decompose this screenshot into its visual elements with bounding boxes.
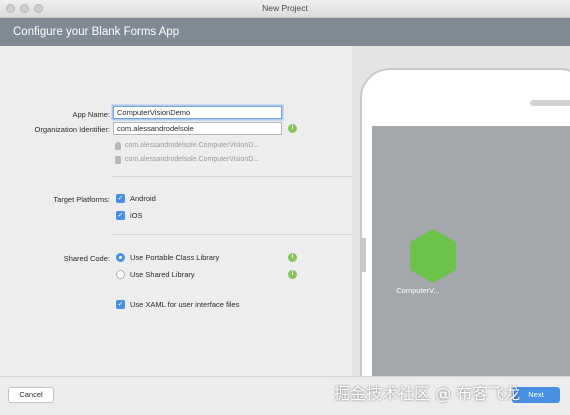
phone-side-button [362,238,366,272]
organization-identifier-label: Organization Identifier: [34,125,110,134]
organization-identifier-input[interactable]: com.alessandrodelsole [113,122,282,135]
use-xaml-label: Use XAML for user interface files [130,300,240,309]
section-divider [112,234,352,235]
cancel-button[interactable]: Cancel [8,387,54,403]
organization-info-icon[interactable]: i [288,124,297,133]
ios-bundle-identifier: com.alessandrodelsole.ComputerVisionD... [125,156,260,163]
wizard-header: Configure your Blank Forms App [0,18,570,46]
form-pane: App Name: ComputerVisionDemo Organizatio… [0,46,352,376]
app-name-label: App Name: [72,110,110,119]
app-preview-pane: ComputerV... [352,46,570,408]
ios-bundle-icon [115,156,121,164]
portable-class-library-radio[interactable] [116,253,125,262]
ios-option-label: iOS [130,211,143,220]
new-project-window: New Project Configure your Blank Forms A… [0,0,570,415]
android-option-label: Android [130,194,156,203]
section-divider [112,176,352,177]
shared-library-radio[interactable] [116,270,125,279]
target-platforms-label: Target Platforms: [53,195,110,204]
shared-library-info-icon[interactable]: i [288,270,297,279]
phone-screen: ComputerV... [372,126,570,376]
android-package-name: com.alessandrodelsole.ComputerVisionD... [125,142,260,149]
shared-code-label: Shared Code: [63,254,110,263]
android-checkbox[interactable]: ✓ [116,194,125,203]
use-xaml-checkbox[interactable]: ✓ [116,300,125,309]
portable-library-info-icon[interactable]: i [288,253,297,262]
android-package-icon [115,142,121,150]
ios-checkbox[interactable]: ✓ [116,211,125,220]
phone-speaker [530,100,570,106]
title-bar: New Project [0,0,570,18]
shared-library-label: Use Shared Library [130,270,195,279]
watermark-text: 掘金技术社区 @ 布客飞龙 [334,384,521,403]
page-title: Configure your Blank Forms App [13,26,180,38]
app-name-input[interactable]: ComputerVisionDemo [113,106,282,119]
app-icon-label: ComputerV... [396,286,440,295]
window-title: New Project [262,3,308,13]
app-icon [410,229,456,283]
portable-class-library-label: Use Portable Class Library [130,253,220,262]
